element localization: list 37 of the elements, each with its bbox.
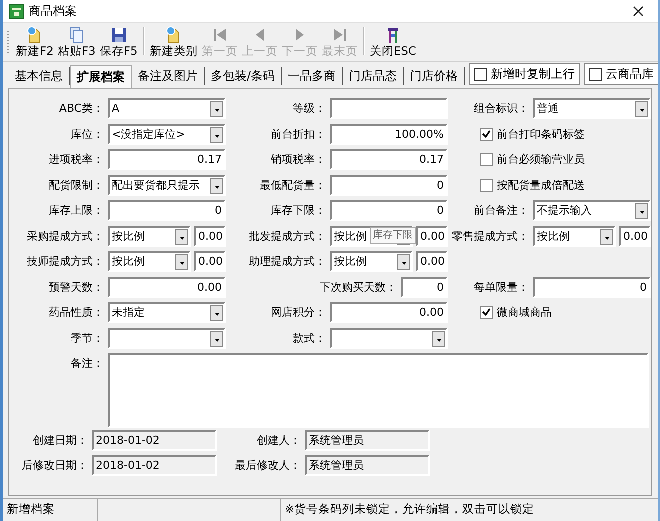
readonly-field: 系统管理员 [305,430,430,451]
field-label: 创建人： [256,433,301,448]
field-label: ABC类： [58,101,104,116]
readonly-field: 2018-01-02 [92,430,217,451]
field-label: 零售提成方式： [451,228,529,244]
field-label: 预警天数： [48,280,104,295]
field-label: 后修改日期： [21,458,88,473]
field-label: 季节： [70,330,104,346]
tooltip: 库存下限 [370,227,416,244]
field-label: 技师提成方式： [26,254,104,270]
field-label: 等级： [292,101,326,116]
status-text: 新增档案 [3,499,98,521]
readonly-field: 系统管理员 [305,455,430,476]
field-label: 每单限量： [473,280,529,295]
field-label: 助理提成方式： [248,254,326,270]
field-label: 前台折扣： [270,126,326,142]
field-label: 库存下限： [270,203,326,218]
field-label: 最低配货量： [258,178,326,193]
readonly-field: 2018-01-02 [92,455,217,476]
field-label: 创建日期： [32,433,88,448]
field-label: 药品性质： [48,305,104,320]
status-text: ※货号条码列未锁定，允许编辑，双击可以锁定 [284,501,536,518]
field-label: 进项税率： [48,152,104,168]
field-label: 批发提成方式： [248,228,326,244]
field-label: 网店积分： [270,305,326,320]
field-label: 采购提成方式： [26,228,104,244]
field-label: 前台备注： [473,203,529,218]
field-label: 组合标识： [473,101,529,116]
field-label: 销项税率： [270,152,326,168]
field-label: 配货限制： [48,178,104,193]
field-label: 库位： [70,126,104,142]
field-label: 款式： [292,330,326,346]
window-title: 商品档案 [29,2,77,20]
field-label: 备注： [70,356,104,372]
field-label: 下次购买天数： [318,280,397,295]
field-label: 库存上限： [48,203,104,218]
field-label: 最后修改人： [234,458,301,473]
